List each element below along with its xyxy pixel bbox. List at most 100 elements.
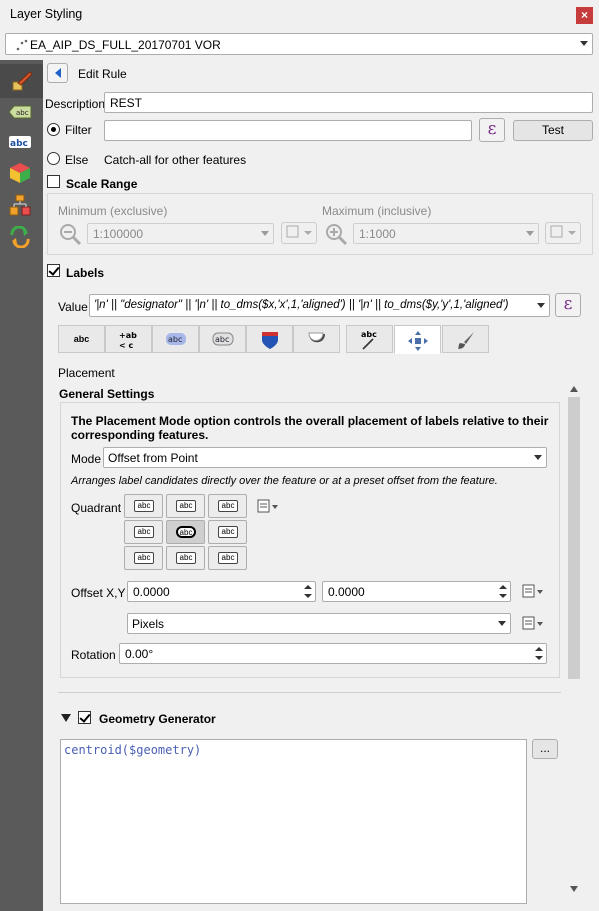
tab-buffer[interactable]: abc — [152, 325, 199, 353]
quadrant-abc-label: abc — [218, 500, 238, 512]
rotation-label: Rotation — [71, 648, 116, 662]
svg-text:abc: abc — [361, 330, 377, 339]
chevron-down-icon — [534, 454, 542, 460]
min-scale-combo[interactable]: 1:100000 — [87, 223, 274, 244]
labels-checkbox[interactable] — [47, 264, 60, 277]
scroll-down-icon[interactable] — [570, 886, 578, 892]
label-expression-button[interactable]: ε — [555, 293, 581, 317]
collapse-triangle-icon[interactable] — [61, 714, 71, 722]
quadrant-button[interactable]: abc — [208, 494, 247, 518]
mode-value: Offset from Point — [108, 451, 198, 465]
background-icon: abc — [212, 332, 234, 346]
quadrant-abc-label: abc — [134, 526, 154, 538]
value-label: Value — [58, 300, 88, 314]
max-scale-label: Maximum (inclusive) — [322, 204, 432, 218]
zoom-out-icon[interactable] — [58, 222, 82, 246]
rendering-brush-icon — [458, 332, 474, 349]
data-defined-override-icon[interactable] — [521, 582, 545, 600]
paintbrush-icon — [12, 71, 33, 91]
sidebar-item-3d[interactable] — [8, 161, 32, 185]
point-layer-icon — [16, 39, 28, 51]
else-label: Else — [65, 153, 89, 167]
filter-input[interactable] — [104, 120, 472, 141]
tab-callouts[interactable]: abc — [346, 325, 393, 353]
else-hint: Catch-all for other features — [104, 153, 247, 167]
map-scale-icon — [550, 225, 576, 238]
callout-icon: abc — [361, 330, 377, 350]
edit-rule-title: Edit Rule — [78, 67, 127, 81]
max-scale-canvas-button[interactable] — [545, 222, 581, 244]
test-button[interactable]: Test — [513, 120, 593, 141]
buffer-icon: abc — [166, 333, 186, 345]
tab-rendering[interactable] — [442, 325, 489, 353]
general-settings-label: General Settings — [59, 387, 155, 401]
quadrant-button[interactable]: abc — [166, 520, 205, 544]
sidebar-item-symbology[interactable] — [0, 64, 43, 98]
layer-combo-value: EA_AIP_DS_FULL_20170701 VOR — [30, 38, 221, 52]
geometry-expression: centroid($geometry) — [64, 743, 202, 757]
window-title: Layer Styling — [10, 7, 83, 21]
offset-y-spinbox[interactable]: 0.0000 — [322, 581, 511, 602]
tab-shadow[interactable] — [293, 325, 340, 353]
spin-up-icon — [535, 647, 543, 651]
offset-x-spinbox[interactable]: 0.0000 — [127, 581, 316, 602]
data-defined-override-icon[interactable] — [256, 497, 280, 515]
quadrant-button[interactable]: abc — [208, 546, 247, 570]
placement-info: The Placement Mode option controls the o… — [71, 414, 549, 442]
tab-shield[interactable] — [246, 325, 293, 353]
scrollbar-thumb[interactable] — [568, 397, 580, 679]
sidebar-item-diagrams[interactable] — [8, 193, 32, 217]
min-scale-value: 1:100000 — [93, 227, 144, 241]
quadrant-button[interactable]: abc — [124, 494, 163, 518]
expression-builder-button[interactable]: ... — [532, 739, 558, 759]
svg-text:abc: abc — [215, 335, 229, 344]
tab-background[interactable]: abc — [199, 325, 246, 353]
tab-text-label: abc — [73, 334, 90, 344]
back-button[interactable] — [47, 63, 68, 83]
min-scale-canvas-button[interactable] — [281, 222, 317, 244]
quadrant-label: Quadrant — [71, 501, 122, 515]
history-icon — [10, 226, 30, 248]
chevron-down-icon — [261, 230, 269, 236]
max-scale-value: 1:1000 — [359, 227, 396, 241]
abc-text-icon: abc — [9, 136, 31, 149]
sidebar-item-masks[interactable]: abc — [8, 130, 32, 154]
quadrant-button[interactable]: abc — [208, 520, 247, 544]
zoom-in-icon[interactable] — [324, 222, 348, 246]
description-value: REST — [110, 96, 143, 110]
layer-combo[interactable]: EA_AIP_DS_FULL_20170701 VOR — [5, 33, 593, 55]
filter-radio[interactable] — [47, 123, 60, 136]
units-combo[interactable]: Pixels — [127, 613, 511, 634]
scale-range-checkbox[interactable] — [47, 175, 60, 188]
geometry-generator-checkbox[interactable] — [78, 711, 91, 724]
data-defined-override-icon[interactable] — [521, 614, 545, 632]
sidebar-item-history[interactable] — [8, 225, 32, 249]
mode-description: Arranges label candidates directly over … — [71, 475, 498, 487]
sidebar-item-labels[interactable]: abc — [8, 100, 32, 124]
units-value: Pixels — [132, 617, 165, 631]
3d-cube-icon — [10, 163, 30, 183]
quadrant-button[interactable]: abc — [166, 546, 205, 570]
geometry-generator-label: Geometry Generator — [99, 712, 216, 726]
mode-combo[interactable]: Offset from Point — [103, 447, 547, 468]
tab-text[interactable]: abc — [58, 325, 105, 353]
scroll-up-icon[interactable] — [570, 386, 578, 392]
quadrant-button[interactable]: abc — [124, 546, 163, 570]
max-scale-combo[interactable]: 1:1000 — [353, 223, 539, 244]
geometry-expression-editor[interactable]: centroid($geometry) — [60, 739, 527, 904]
rotation-spinbox[interactable]: 0.00° — [119, 643, 547, 664]
quadrant-button[interactable]: abc — [166, 494, 205, 518]
filter-expression-button[interactable]: ε — [479, 118, 505, 142]
filter-label: Filter — [65, 123, 92, 137]
description-input[interactable]: REST — [104, 92, 593, 113]
spin-down-icon — [304, 594, 312, 598]
label-value-combo[interactable]: '|n' || "designator" || '|n' || to_dms($… — [89, 294, 550, 317]
move-arrows-icon — [408, 331, 428, 351]
scale-range-label: Scale Range — [66, 177, 138, 191]
tab-placement[interactable] — [394, 325, 441, 354]
quadrant-button[interactable]: abc — [124, 520, 163, 544]
close-button[interactable]: × — [576, 7, 593, 24]
tab-formatting[interactable]: +ab < c — [105, 325, 152, 353]
offset-label: Offset X,Y — [71, 586, 126, 600]
else-radio[interactable] — [47, 152, 60, 165]
